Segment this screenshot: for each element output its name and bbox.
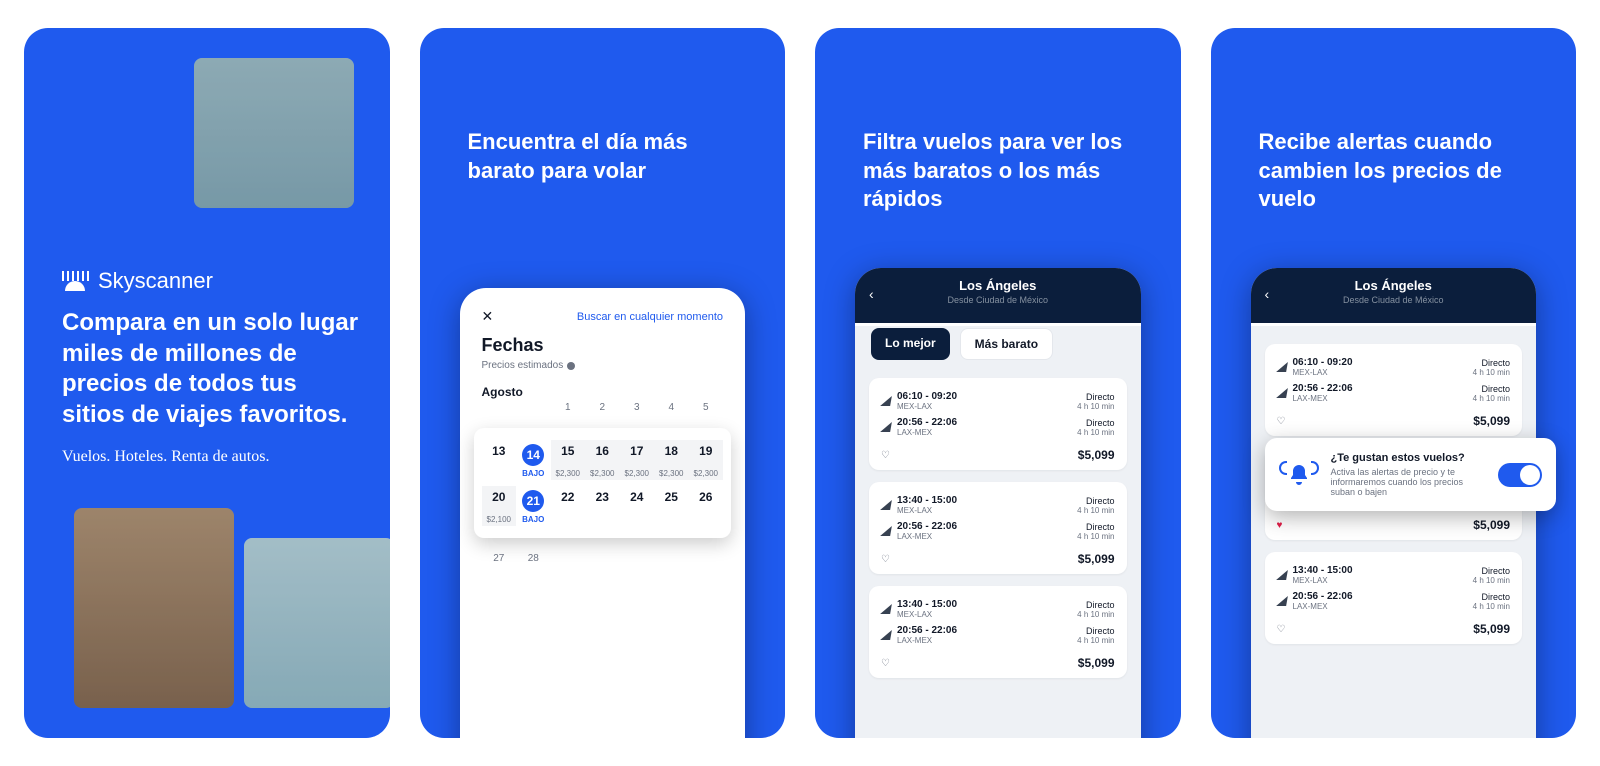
flight-card[interactable]: 13:40 - 15:00MEX-LAX Directo4 h 10 min 2…	[869, 482, 1127, 574]
results-header: ‹ Los Ángeles Desde Ciudad de México	[855, 268, 1141, 323]
flight-card[interactable]: 06:10 - 09:20MEX-LAX Directo4 h 10 min 2…	[869, 378, 1127, 470]
phone-mock-calendar: ✕ Buscar en cualquier momento Fechas Pre…	[460, 288, 746, 738]
calendar-highlight-weeks: 1314BAJO15$2,30016$2,30017$2,30018$2,300…	[474, 428, 732, 538]
flight-price: $5,099	[1473, 622, 1510, 636]
flight-card[interactable]: 13:40 - 15:00MEX-LAX Directo4 h 10 min 2…	[1265, 552, 1523, 644]
calendar-day[interactable]: 19$2,300	[689, 440, 724, 480]
back-icon[interactable]: ‹	[1265, 286, 1270, 302]
card3-title: Filtra vuelos para ver los más baratos o…	[863, 128, 1133, 214]
calendar-day[interactable]: 16$2,300	[585, 440, 620, 480]
promo-photo-beach	[244, 538, 390, 708]
favorite-icon[interactable]: ♡	[881, 554, 890, 565]
calendar-day[interactable]: 17$2,300	[620, 440, 655, 480]
favorite-icon[interactable]: ♥	[1277, 520, 1283, 531]
calendar-day[interactable]: 13	[482, 440, 517, 480]
favorite-icon[interactable]: ♡	[881, 450, 890, 461]
flight-card[interactable]: 06:10 - 09:20MEX-LAX Directo4 h 10 min 2…	[1265, 344, 1523, 436]
dest-city: Los Ángeles	[869, 278, 1127, 293]
airline-tail-icon	[1276, 570, 1288, 580]
card4-title: Recibe alertas cuando cambien los precio…	[1259, 128, 1529, 214]
back-icon[interactable]: ‹	[869, 286, 874, 302]
close-icon[interactable]: ✕	[482, 308, 494, 325]
brand-name: Skyscanner	[98, 268, 213, 294]
origin-label: Desde Ciudad de México	[869, 295, 1127, 305]
promo-card-2: Encuentra el día más barato para volar ✕…	[420, 28, 786, 738]
promo-subline: Vuelos. Hoteles. Renta de autos.	[62, 448, 360, 466]
origin-label: Desde Ciudad de México	[1265, 295, 1523, 305]
calendar-day[interactable]: 25	[654, 486, 689, 526]
results-header-2: ‹ Los Ángeles Desde Ciudad de México	[1251, 268, 1537, 323]
flight-card[interactable]: 13:40 - 15:00MEX-LAX Directo4 h 10 min 2…	[869, 586, 1127, 678]
promo-card-4: Recibe alertas cuando cambien los precio…	[1211, 28, 1577, 738]
flight-price: $5,099	[1078, 656, 1115, 670]
calendar-day[interactable]: 18$2,300	[654, 440, 689, 480]
calendar-day[interactable]: 24	[620, 486, 655, 526]
bell-icon	[1287, 463, 1311, 487]
airline-tail-icon	[880, 604, 892, 614]
calendar-first-row: 1 2 3 4 5	[482, 399, 724, 416]
flight-price: $5,099	[1473, 518, 1510, 532]
promo-headline: Compara en un solo lugar miles de millon…	[62, 308, 360, 431]
calendar-day[interactable]: 20$2,100	[482, 486, 517, 526]
calendar-day[interactable]: 15$2,300	[551, 440, 586, 480]
price-alert-popup: ¿Te gustan estos vuelos? Activa las aler…	[1265, 438, 1557, 511]
promo-photo-tourist	[74, 508, 234, 708]
tab-cheap[interactable]: Más barato	[960, 328, 1053, 360]
promo-card-3: Filtra vuelos para ver los más baratos o…	[815, 28, 1181, 738]
calendar-day[interactable]: 14BAJO	[516, 440, 551, 480]
airline-tail-icon	[1276, 362, 1288, 372]
airline-tail-icon	[880, 630, 892, 640]
promo-photo-camera	[194, 58, 354, 208]
info-dot-icon	[567, 362, 575, 370]
calendar-day[interactable]: 26	[689, 486, 724, 526]
alert-heading: ¿Te gustan estos vuelos?	[1331, 452, 1487, 464]
tab-best[interactable]: Lo mejor	[871, 328, 950, 360]
flight-price: $5,099	[1473, 414, 1510, 428]
calendar-trailing-row: 27 28	[482, 550, 724, 567]
flight-price: $5,099	[1078, 552, 1115, 566]
airline-tail-icon	[1276, 388, 1288, 398]
airline-tail-icon	[880, 396, 892, 406]
brand-sun-icon	[62, 271, 90, 291]
airline-tail-icon	[1276, 596, 1288, 606]
alert-body: Activa las alertas de precio y te inform…	[1331, 467, 1487, 497]
dates-heading: Fechas	[482, 335, 724, 356]
phone-mock-filters: ‹ Los Ángeles Desde Ciudad de México 06:…	[855, 268, 1141, 738]
estimated-prices-label: Precios estimados	[482, 360, 564, 371]
promo-card-1: Skyscanner Compara en un solo lugar mile…	[24, 28, 390, 738]
alert-toggle[interactable]	[1498, 463, 1542, 487]
search-anytime-link[interactable]: Buscar en cualquier momento	[577, 311, 723, 323]
month-label: Agosto	[482, 385, 724, 399]
airline-tail-icon	[880, 526, 892, 536]
favorite-icon[interactable]: ♡	[1277, 624, 1286, 635]
flight-price: $5,099	[1078, 448, 1115, 462]
dest-city: Los Ángeles	[1265, 278, 1523, 293]
favorite-icon[interactable]: ♡	[881, 658, 890, 669]
calendar-day[interactable]: 21BAJO	[516, 486, 551, 526]
card2-title: Encuentra el día más barato para volar	[468, 128, 738, 185]
calendar-day[interactable]: 22	[551, 486, 586, 526]
phone-mock-alerts: ‹ Los Ángeles Desde Ciudad de México 06:…	[1251, 268, 1537, 738]
airline-tail-icon	[880, 422, 892, 432]
favorite-icon[interactable]: ♡	[1277, 416, 1286, 427]
airline-tail-icon	[880, 500, 892, 510]
calendar-day[interactable]: 23	[585, 486, 620, 526]
